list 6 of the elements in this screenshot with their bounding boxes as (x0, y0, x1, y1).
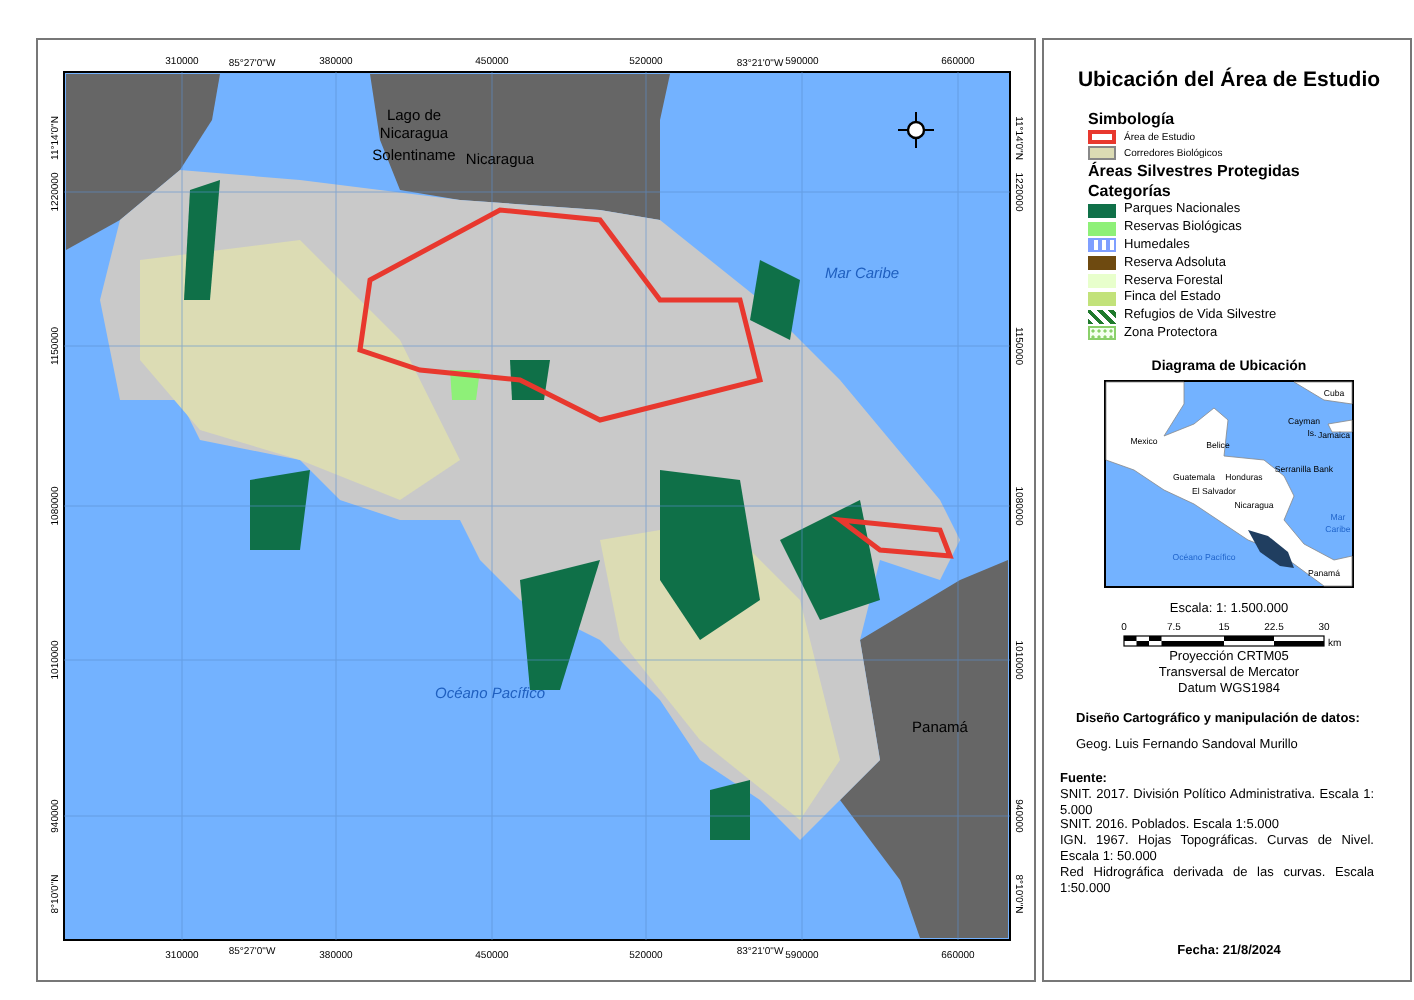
panel-title: Ubicación del Área de Estudio (1075, 68, 1383, 94)
north-arrow-icon (897, 111, 935, 149)
costa-rica-highlight (1248, 530, 1294, 569)
legend-heading: Simbología (1088, 109, 1177, 129)
legend-heading: Áreas Silvestres Protegidas (1088, 162, 1302, 182)
legend-heading: Categorías (1088, 181, 1173, 201)
